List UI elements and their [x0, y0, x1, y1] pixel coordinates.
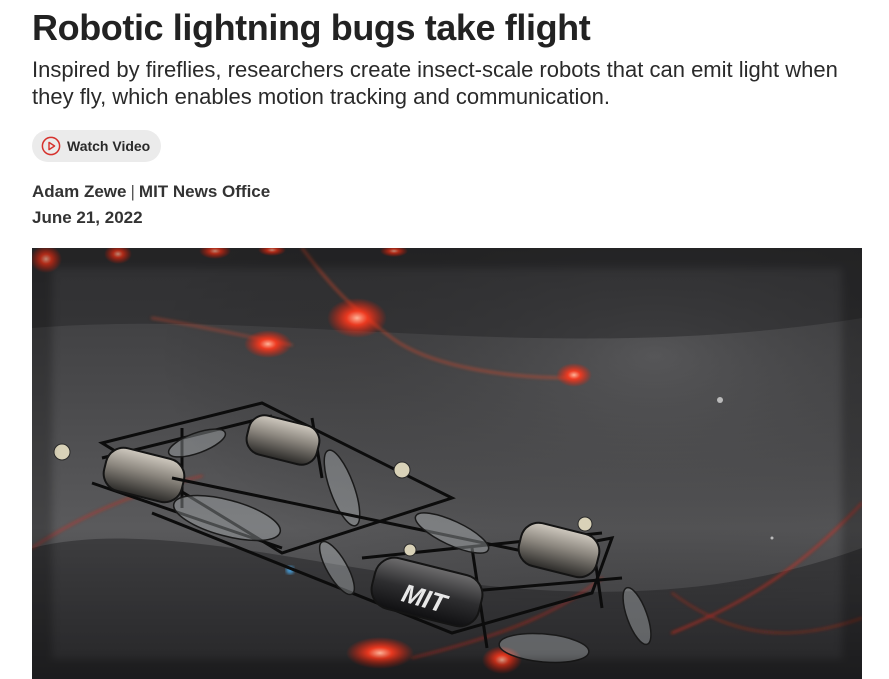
robot-photo: MIT	[32, 248, 862, 679]
byline: Adam Zewe | MIT News Office	[32, 181, 270, 203]
hero-image: MIT	[32, 248, 862, 679]
watch-video-button[interactable]: Watch Video	[32, 130, 162, 162]
publish-date: June 21, 2022	[32, 208, 143, 227]
byline-separator: |	[130, 182, 135, 201]
play-circle-icon	[41, 136, 61, 156]
watch-video-label: Watch Video	[67, 138, 151, 154]
article-subtitle: Inspired by fireflies, researchers creat…	[32, 57, 838, 109]
author-name[interactable]: Adam Zewe	[32, 182, 126, 201]
article-header: Robotic lightning bugs take flight Inspi…	[0, 0, 889, 679]
article-title: Robotic lightning bugs take flight	[32, 7, 591, 48]
organization-name[interactable]: MIT News Office	[139, 182, 270, 201]
